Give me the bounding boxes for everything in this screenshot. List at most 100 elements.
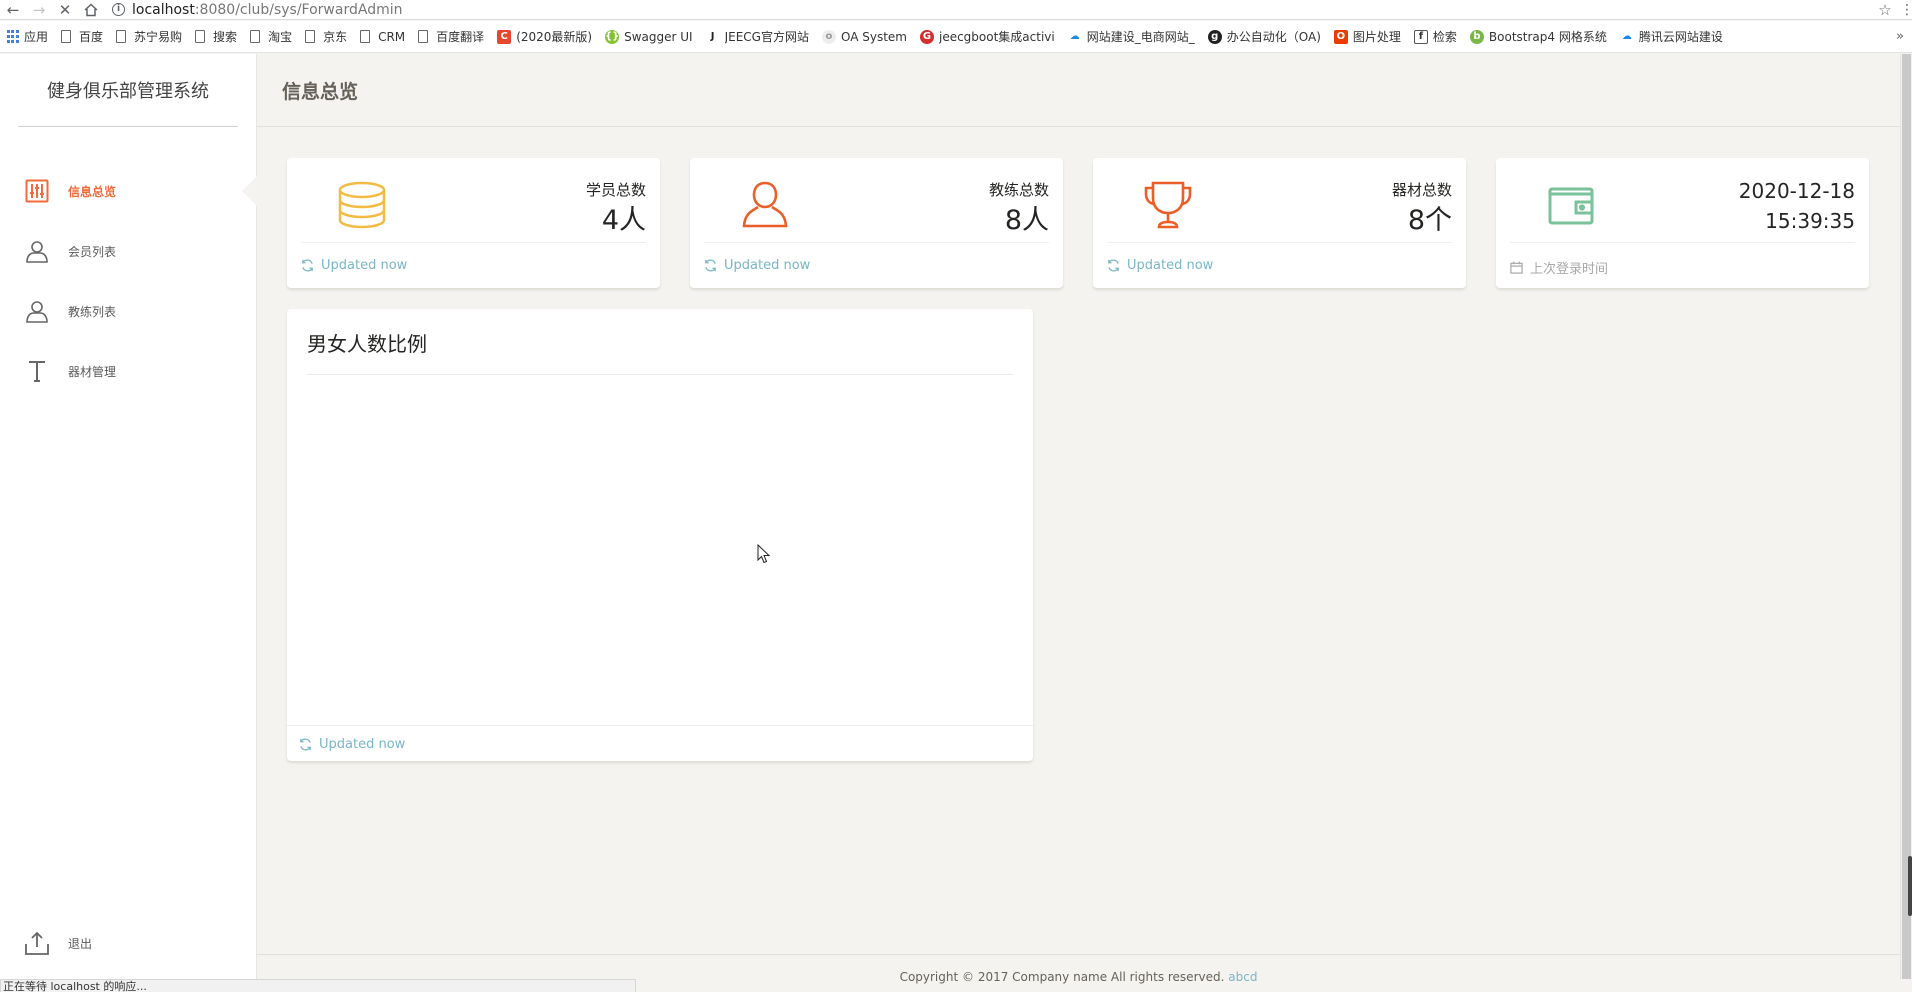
- sidebar-item-label: 器材管理: [68, 364, 117, 379]
- divider: [1510, 242, 1855, 243]
- divider: [307, 374, 1013, 375]
- apps-grid-icon: [6, 29, 19, 44]
- bookmark-oa-system[interactable]: o OA System: [821, 29, 907, 44]
- stop-loading-icon[interactable]: ✕: [52, 0, 78, 20]
- bookmark-star-icon[interactable]: ☆: [1870, 1, 1900, 19]
- url-path: :8080/club/sys/ForwardAdmin: [194, 1, 403, 18]
- oa-icon: o: [821, 29, 836, 44]
- copyright-text: Copyright © 2017 Company name All rights…: [899, 970, 1225, 984]
- search-logo-icon: f: [1413, 29, 1428, 44]
- logout-button[interactable]: 退出: [0, 913, 92, 973]
- office-icon: O: [1333, 29, 1348, 44]
- stat-value: 8个: [1407, 205, 1452, 236]
- url-host: localhost: [132, 1, 195, 18]
- bookmark-jeecgboot[interactable]: Gjeecgboot集成activi: [919, 28, 1055, 45]
- c-logo-icon: C: [497, 29, 512, 44]
- page-icon: [61, 30, 72, 43]
- trophy-icon: [1143, 180, 1193, 230]
- mouse-cursor-icon: [757, 544, 771, 564]
- divider: [704, 242, 1049, 243]
- sidebar-item-members[interactable]: 会员列表: [0, 221, 256, 281]
- logout-label: 退出: [68, 936, 93, 951]
- github-icon: g: [1207, 29, 1222, 44]
- g-logo-icon: G: [919, 29, 934, 44]
- stat-card-coaches: 教练总数 8人 Updated now: [690, 158, 1063, 288]
- swagger-icon: {}: [605, 29, 620, 44]
- user-icon: [740, 180, 790, 230]
- refresh-icon: [1108, 259, 1119, 272]
- bookmark-baidu-translate[interactable]: 百度翻译: [418, 28, 484, 45]
- sidebar-item-coaches[interactable]: 教练列表: [0, 281, 256, 341]
- scrollbar-thumb[interactable]: [1902, 54, 1911, 979]
- bookmark-bootstrap[interactable]: b Bootstrap4 网格系统: [1469, 28, 1607, 45]
- text-t-icon: [24, 358, 50, 384]
- page-icon: [305, 30, 316, 43]
- sidebar-item-label: 信息总览: [68, 184, 117, 199]
- bookmark-apps[interactable]: 应用: [6, 28, 48, 45]
- page-footer: Copyright © 2017 Company name All rights…: [257, 954, 1900, 984]
- user-icon: [24, 298, 50, 324]
- page-title: 信息总览: [282, 80, 359, 103]
- forward-arrow-icon[interactable]: →: [26, 0, 52, 20]
- cloud-icon: ☁: [1069, 31, 1080, 42]
- sidebar-item-label: 会员列表: [68, 244, 117, 259]
- bookmark-search[interactable]: 搜索: [195, 28, 237, 45]
- stat-label: 教练总数: [988, 181, 1049, 199]
- stat-value: 8人: [1004, 205, 1049, 236]
- refresh-icon: [300, 738, 311, 751]
- browser-menu-icon[interactable]: ⋮: [1900, 2, 1912, 18]
- divider: [1107, 242, 1452, 243]
- page-icon: [360, 30, 371, 43]
- footer-link[interactable]: abcd: [1228, 970, 1257, 984]
- wallet-icon: [1546, 180, 1596, 230]
- sliders-icon: [24, 178, 50, 204]
- bookmark-jeecg[interactable]: J JEECG官方网站: [706, 28, 809, 45]
- bookmark-swagger[interactable]: {} Swagger UI: [605, 29, 693, 44]
- bookmark-tencent-cloud[interactable]: ☁ 腾讯云网站建设: [1620, 28, 1723, 45]
- bookmarks-more-icon[interactable]: »: [1896, 29, 1904, 44]
- main-content: 信息总览 学员总数 4人 Updated now 教练总数 8人 Updated…: [257, 54, 1900, 984]
- bootstrap-icon: b: [1469, 29, 1484, 44]
- page-icon: [250, 30, 261, 43]
- stat-footer: Updated now: [704, 258, 810, 273]
- tencent-cloud-icon: ☁: [1621, 31, 1632, 42]
- home-icon[interactable]: [78, 0, 104, 20]
- last-login-datetime: 2020-12-18 15:39:35: [1739, 176, 1855, 236]
- top-navbar: 信息总览: [257, 54, 1900, 127]
- sidebar-menu: 信息总览 会员列表 教练列表 器材管理: [0, 161, 257, 401]
- browser-address-bar: ← → ✕ i localhost:8080/club/sys/ForwardA…: [0, 0, 1912, 20]
- bookmark-image-processing[interactable]: O 图片处理: [1333, 28, 1401, 45]
- coins-icon: [337, 180, 387, 230]
- bookmark-taobao[interactable]: 淘宝: [250, 28, 292, 45]
- scrollbar-marker: [1908, 856, 1912, 916]
- divider: [301, 242, 646, 243]
- bookmark-website-build[interactable]: ☁ 网站建设_电商网站_: [1068, 28, 1195, 45]
- page-icon: [116, 30, 127, 43]
- bookmark-jd[interactable]: 京东: [305, 28, 347, 45]
- bookmark-baidu[interactable]: 百度: [61, 28, 103, 45]
- sidebar-item-overview[interactable]: 信息总览: [0, 161, 257, 221]
- chart-footer: Updated now: [299, 737, 405, 752]
- url-field[interactable]: i localhost:8080/club/sys/ForwardAdmin: [104, 0, 1870, 20]
- upload-icon: [24, 930, 50, 956]
- calendar-icon: [1510, 261, 1523, 274]
- stat-label: 器材总数: [1391, 181, 1452, 199]
- sidebar-item-equipment[interactable]: 器材管理: [0, 341, 256, 401]
- stat-footer: 上次登录时间: [1510, 258, 1608, 277]
- bookmark-search-2[interactable]: f 检索: [1413, 28, 1457, 45]
- back-arrow-icon[interactable]: ←: [0, 0, 26, 20]
- divider: [287, 725, 1033, 726]
- chart-title: 男女人数比例: [307, 332, 427, 356]
- refresh-icon: [705, 259, 716, 272]
- site-info-icon[interactable]: i: [112, 3, 125, 16]
- page-scrollbar[interactable]: [1900, 54, 1912, 979]
- stat-card-equipment: 器材总数 8个 Updated now: [1093, 158, 1466, 288]
- refresh-icon: [302, 259, 313, 272]
- bookmarks-bar: 应用 百度 苏宁易购 搜索 淘宝 京东 CRM 百度翻译 C (2020最新版) …: [0, 21, 1912, 53]
- stat-card-last-login: 2020-12-18 15:39:35 上次登录时间: [1496, 158, 1869, 288]
- stat-value: 4人: [601, 205, 646, 236]
- bookmark-oa-github[interactable]: g 办公自动化（OA): [1207, 28, 1321, 45]
- bookmark-2020[interactable]: C (2020最新版): [497, 28, 592, 45]
- bookmark-suning[interactable]: 苏宁易购: [116, 28, 182, 45]
- bookmark-crm[interactable]: CRM: [360, 30, 405, 44]
